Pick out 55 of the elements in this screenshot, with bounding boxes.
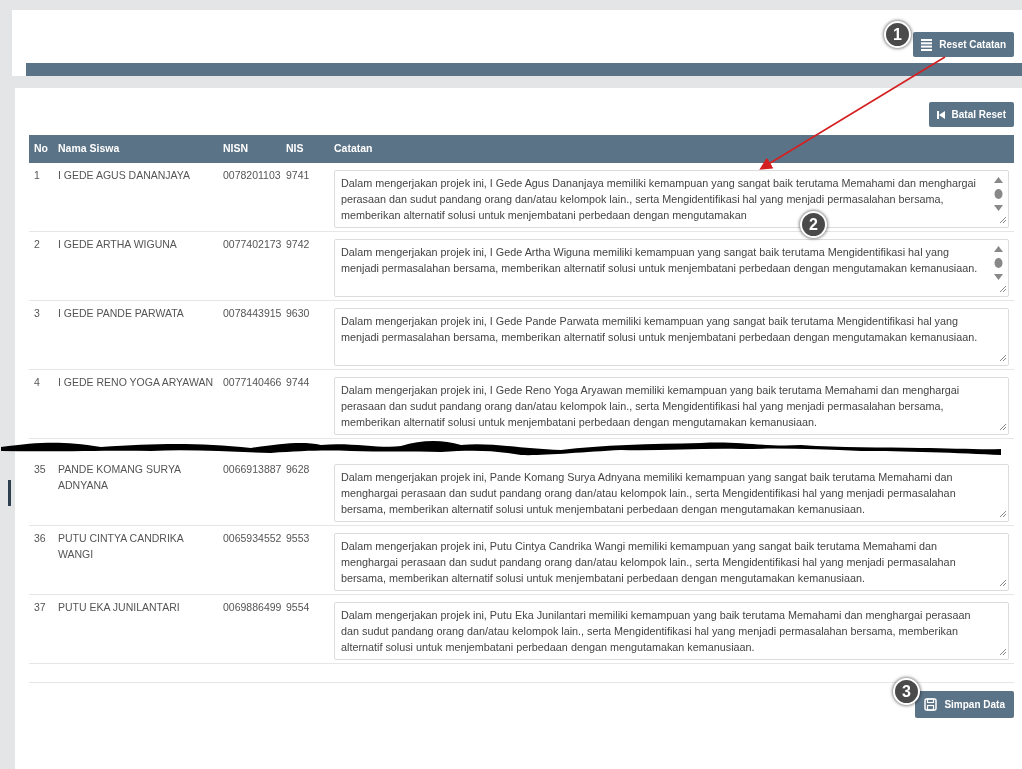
nisn-cell: 0069886499: [218, 594, 281, 664]
undo-reset-button[interactable]: Batal Reset: [928, 102, 1014, 127]
scrollbar-icon[interactable]: [994, 245, 1003, 282]
save-icon: [924, 697, 938, 711]
column-header-note: Catatan: [329, 135, 1014, 163]
resize-grip-icon[interactable]: [999, 509, 1006, 517]
row-number: 35: [29, 456, 53, 526]
nis-cell: 9742: [281, 231, 329, 301]
nis-cell: 9628: [281, 456, 329, 526]
nis-cell: 9554: [281, 594, 329, 664]
row-number: 36: [29, 525, 53, 595]
column-header-name: Nama Siswa: [53, 135, 218, 163]
note-field[interactable]: Dalam mengerjakan projek ini, I Gede Artha Wiguna memiliki kemampuan yang sangat baik terutama Mengidentifikasi hal yang menjadi permasalahan bersama, memberikan alternatif solusi untuk menjembatani perbedaan dengan mengutamakan kemanusiaan.: [334, 238, 1009, 297]
resize-grip-icon[interactable]: [999, 647, 1006, 655]
resize-grip-icon[interactable]: [999, 284, 1006, 292]
nis-cell: 9741: [281, 162, 329, 232]
reset-notes-button[interactable]: Reset Catatan: [913, 32, 1014, 57]
row-number: 37: [29, 594, 53, 664]
student-name: I GEDE ARTHA WIGUNA: [53, 231, 218, 301]
scrollbar-icon[interactable]: [994, 176, 1003, 213]
resize-grip-icon[interactable]: [999, 422, 1006, 430]
note-field[interactable]: Dalam mengerjakan projek ini, Putu Eka Junilantari memiliki kemampuan yang baik terutama Memahami dan menghargai perasaan dan sudut pandang orang dan/atau kelompok lain., serta Mengidentifikasi hal yang menjadi permasalahan bersama, memberikan alternatif solusi untuk menjembatani perbedaan dengan mengutamakan kemanusiaan.: [334, 601, 1009, 660]
note-field[interactable]: Dalam mengerjakan projek ini, Putu Cintya Candrika Wangi memiliki kemampuan yang sangat baik terutama Memahami dan menghargai perasaan dan sudut pandang orang dan/atau kelompok lain., serta Mengidentifikasi hal yang menjadi permasalahan bersama, memberikan alternatif solusi untuk menjembatani perbedaan dengan mengutamakan kemanusiaan.: [334, 532, 1009, 591]
note-field[interactable]: Dalam mengerjakan projek ini, I Gede Pande Parwata memiliki kemampuan yang sangat baik terutama Mengidentifikasi hal yang menjadi permasalahan bersama, memberikan alternatif solusi untuk menjembatani perbedaan dengan mengutamakan kemanusiaan.: [334, 307, 1009, 366]
column-header-no: No: [29, 135, 53, 163]
student-name: PUTU CINTYA CANDRIKA WANGI: [53, 525, 218, 595]
save-data-button[interactable]: Simpan Data: [915, 690, 1014, 718]
resize-grip-icon[interactable]: [999, 215, 1006, 223]
row-number: 2: [29, 231, 53, 301]
nis-cell: 9744: [281, 369, 329, 439]
resize-grip-icon[interactable]: [999, 578, 1006, 586]
nisn-cell: 0077402173: [218, 231, 281, 301]
student-name: I GEDE AGUS DANANJAYA: [53, 162, 218, 232]
side-marker: [8, 480, 11, 506]
row-number: 4: [29, 369, 53, 439]
note-field[interactable]: Dalam mengerjakan projek ini, I Gede Reno Yoga Aryawan memiliki kemampuan yang baik terutama Memahami dan menghargai perasaan dan sudut pandang orang dan/atau kelompok lain., serta Mengidentifikasi hal yang menjadi permasalahan bersama, memberikan alternatif solusi untuk menjembatani perbedaan dengan mengutamakan kemanusiaan.: [334, 376, 1009, 435]
column-header-nis: NIS: [281, 135, 329, 163]
list-icon: [921, 38, 933, 51]
student-name: I GEDE RENO YOGA ARYAWAN: [53, 369, 218, 439]
nisn-cell: 0077140466: [218, 369, 281, 439]
nis-cell: 9630: [281, 300, 329, 370]
column-header-nisn: NISN: [218, 135, 281, 163]
row-number: 1: [29, 162, 53, 232]
nisn-cell: 0078201103: [218, 162, 281, 232]
student-name: I GEDE PANDE PARWATA: [53, 300, 218, 370]
nisn-cell: 0078443915: [218, 300, 281, 370]
skip-back-icon: [936, 110, 945, 119]
nis-cell: 9553: [281, 525, 329, 595]
resize-grip-icon[interactable]: [999, 353, 1006, 361]
nisn-cell: 0066913887: [218, 456, 281, 526]
row-number: 3: [29, 300, 53, 370]
student-name: PANDE KOMANG SURYA ADNYANA: [53, 456, 218, 526]
student-name: PUTU EKA JUNILANTARI: [53, 594, 218, 664]
note-field[interactable]: Dalam mengerjakan projek ini, Pande Komang Surya Adnyana memiliki kemampuan yang sangat baik terutama Memahami dan menghargai perasaan dan sudut pandang orang dan/atau kelompok lain., serta Mengidentifikasi hal yang menjadi permasalahan bersama, memberikan alternatif solusi untuk menjembatani perbedaan dengan mengutamakan kemanusiaan.: [334, 463, 1009, 522]
nisn-cell: 0065934552: [218, 525, 281, 595]
